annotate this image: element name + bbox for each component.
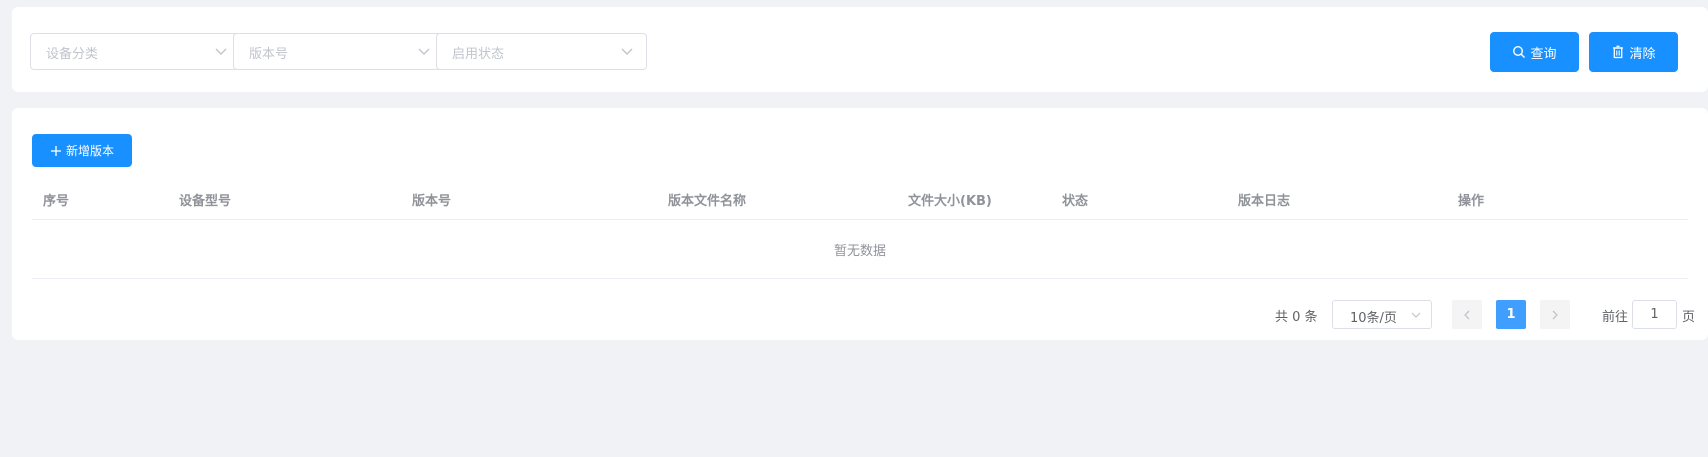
pagination: 共 0 条 10条/页 1 前往 页	[12, 300, 1708, 329]
add-version-label: 新增版本	[65, 144, 114, 158]
status-select[interactable]: 启用状态	[436, 33, 647, 70]
clear-button-label: 清除	[1629, 46, 1656, 62]
column-header-file-name: 版本文件名称	[668, 194, 747, 209]
table-panel: 新增版本 序号 设备型号 版本号 版本文件名称 文件大小(KB) 状态 版本日志…	[12, 108, 1708, 340]
chevron-down-icon	[215, 48, 227, 55]
version-select[interactable]: 版本号	[233, 33, 444, 70]
goto-suffix: 页	[1682, 310, 1696, 325]
next-page-button[interactable]	[1540, 300, 1570, 329]
version-placeholder: 版本号	[249, 47, 289, 62]
page-size-select[interactable]: 10条/页	[1332, 300, 1432, 329]
total-count: 共 0 条	[1275, 310, 1318, 325]
status-placeholder: 启用状态	[452, 47, 505, 62]
filter-panel: 设备分类 版本号 启用状态 查询 清除	[12, 7, 1708, 92]
page-size-value: 10条/页	[1350, 311, 1397, 326]
table-header: 序号 设备型号 版本号 版本文件名称 文件大小(KB) 状态 版本日志 操作	[32, 176, 1688, 220]
page-number-current[interactable]: 1	[1496, 300, 1526, 329]
device-category-select[interactable]: 设备分类	[30, 33, 241, 70]
prev-page-button[interactable]	[1452, 300, 1482, 329]
column-header-index: 序号	[43, 194, 70, 209]
plus-icon	[50, 145, 61, 156]
column-header-device-model: 设备型号	[179, 194, 232, 209]
search-button[interactable]: 查询	[1490, 32, 1579, 72]
chevron-right-icon	[1552, 310, 1558, 319]
search-icon	[1513, 45, 1526, 58]
column-header-status: 状态	[1062, 194, 1089, 209]
device-category-placeholder: 设备分类	[46, 47, 99, 62]
column-header-actions: 操作	[1458, 194, 1485, 209]
chevron-down-icon	[1411, 312, 1421, 318]
goto-label: 前往	[1602, 310, 1629, 325]
clear-button[interactable]: 清除	[1589, 32, 1678, 72]
table-empty-row: 暂无数据	[32, 220, 1688, 279]
empty-text: 暂无数据	[833, 244, 886, 259]
chevron-left-icon	[1464, 310, 1470, 319]
column-header-version: 版本号	[412, 194, 452, 209]
trash-icon	[1613, 45, 1624, 59]
column-header-file-size: 文件大小(KB)	[908, 194, 992, 209]
goto-page-input[interactable]	[1632, 300, 1677, 329]
column-header-version-log: 版本日志	[1238, 194, 1291, 209]
chevron-down-icon	[418, 48, 430, 55]
add-version-button[interactable]: 新增版本	[32, 134, 132, 167]
chevron-down-icon	[621, 48, 633, 55]
search-button-label: 查询	[1530, 46, 1557, 62]
